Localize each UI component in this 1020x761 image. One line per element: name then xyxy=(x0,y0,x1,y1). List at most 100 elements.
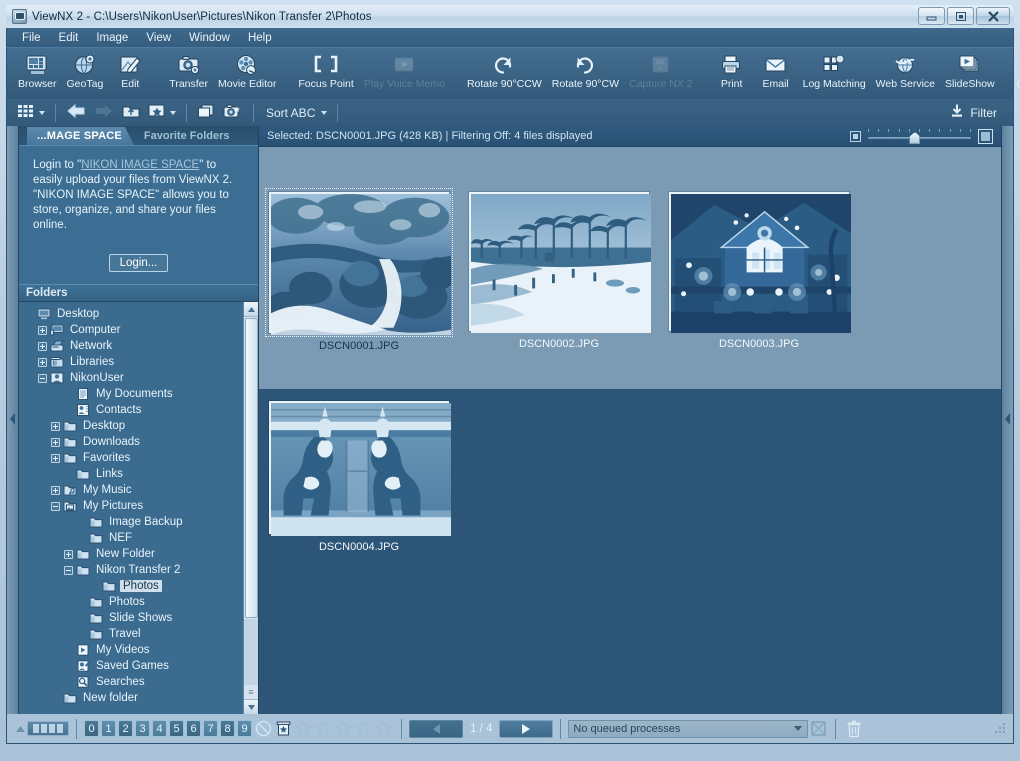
thumbnail-item[interactable]: DSCN0002.JPG xyxy=(459,147,659,389)
toolbar-focus-point-button[interactable]: Focus Point xyxy=(293,50,358,99)
thumbnail-item[interactable]: DSCN0003.JPG xyxy=(659,147,859,389)
menu-view[interactable]: View xyxy=(137,29,180,47)
forward-button[interactable] xyxy=(90,102,118,123)
minimize-button[interactable] xyxy=(918,7,945,25)
scrollbar-thumb[interactable] xyxy=(244,318,258,618)
expand-plus-icon[interactable] xyxy=(62,549,75,559)
toolbar-web-service-button[interactable]: Web Service xyxy=(871,50,940,99)
collapse-minus-icon[interactable] xyxy=(36,373,49,383)
toolbar-print-button[interactable]: Print xyxy=(710,50,754,99)
folder-tree-item[interactable]: NikonUser xyxy=(23,370,243,386)
toolbar-convert-files-button[interactable]: TYPE Convert Files xyxy=(1012,50,1020,99)
expand-plus-icon[interactable] xyxy=(49,453,62,463)
large-thumbnail-icon[interactable] xyxy=(978,128,993,144)
menu-edit[interactable]: Edit xyxy=(50,29,88,47)
toolbar-rotate-cw-button[interactable]: Rotate 90°CW xyxy=(547,50,624,99)
folder-tree-item[interactable]: Searches xyxy=(23,674,243,690)
folder-tree[interactable]: Desktop Computer Network Libraries NikonUser… xyxy=(19,302,243,714)
menu-image[interactable]: Image xyxy=(87,29,137,47)
folder-tree-item[interactable]: Photos xyxy=(23,578,243,594)
resize-grip[interactable] xyxy=(995,722,1007,735)
collapse-minus-icon[interactable] xyxy=(62,565,75,575)
previous-page-button[interactable] xyxy=(409,719,463,738)
tab-nikon-image-space[interactable]: ...MAGE SPACE xyxy=(27,127,134,145)
toolbar-play-voice-memo-button[interactable]: Play Voice Memo xyxy=(359,50,450,99)
folder-tree-item[interactable]: Photos xyxy=(23,594,243,610)
view-mode-button[interactable] xyxy=(13,102,49,123)
toolbar-log-matching-button[interactable]: Log Matching xyxy=(798,50,871,99)
folder-tree-item[interactable]: NEF xyxy=(23,530,243,546)
star-rating-5[interactable] xyxy=(374,719,393,738)
expand-plus-icon[interactable] xyxy=(49,437,62,447)
label-filter-3[interactable]: 3 xyxy=(135,720,150,737)
star-rating-1[interactable] xyxy=(294,719,313,738)
thumbnail-item[interactable]: DSCN0001.JPG xyxy=(259,147,459,389)
back-button[interactable] xyxy=(62,102,90,123)
thumbnail-image[interactable] xyxy=(469,192,651,333)
scroll-up-button[interactable] xyxy=(243,302,258,317)
thumbnail-size-slider[interactable] xyxy=(868,129,971,144)
folder-tree-item[interactable]: Links xyxy=(23,466,243,482)
toolbar-capture-nx2-button[interactable]: NX 2 Capture NX 2 xyxy=(624,50,698,99)
folder-tree-item[interactable]: New folder xyxy=(23,690,243,706)
up-folder-button[interactable] xyxy=(118,102,144,123)
expand-plus-icon[interactable] xyxy=(49,421,62,431)
folder-tree-item[interactable]: Computer xyxy=(23,322,243,338)
trash-rating-button[interactable] xyxy=(274,719,293,738)
expand-plus-icon[interactable] xyxy=(49,485,62,495)
next-page-button[interactable] xyxy=(499,719,554,738)
thumbnail-image[interactable] xyxy=(265,188,457,337)
cancel-process-button[interactable] xyxy=(808,719,828,739)
expand-plus-icon[interactable] xyxy=(36,341,49,351)
toolbar-email-button[interactable]: Email xyxy=(754,50,798,99)
filter-button[interactable]: Filter xyxy=(942,101,1007,124)
folder-tree-item[interactable]: My Documents xyxy=(23,386,243,402)
label-filter-5[interactable]: 5 xyxy=(169,720,184,737)
camera-plus-button[interactable] xyxy=(219,102,247,123)
folder-tree-item[interactable]: Nikon Transfer 2 xyxy=(23,562,243,578)
label-filter-9[interactable]: 9 xyxy=(237,720,252,737)
label-filter-7[interactable]: 7 xyxy=(203,720,218,737)
toolbar-edit-button[interactable]: Edit xyxy=(108,50,152,99)
folder-tree-item[interactable]: Travel xyxy=(23,626,243,642)
star-rating-2[interactable] xyxy=(314,719,333,738)
login-button[interactable]: Login... xyxy=(108,254,169,272)
menu-window[interactable]: Window xyxy=(180,29,239,47)
label-filter-0[interactable]: 0 xyxy=(84,720,99,737)
folder-tree-item[interactable]: My Music xyxy=(23,482,243,498)
folder-tree-item[interactable]: Desktop xyxy=(23,418,243,434)
nikon-image-space-link[interactable]: NIKON IMAGE SPACE xyxy=(81,159,199,171)
toolbar-geotag-button[interactable]: GeoTag xyxy=(62,50,109,99)
thumbnail-grid[interactable]: DSCN0001.JPG DSCN0002.JPG DSCN0003.JPG D… xyxy=(259,147,1001,714)
toolbar-transfer-button[interactable]: Transfer xyxy=(164,50,213,99)
star-rating-3[interactable] xyxy=(334,719,353,738)
no-rating-button[interactable] xyxy=(254,719,273,738)
folder-tree-item[interactable]: Image Backup xyxy=(23,514,243,530)
toolbar-rotate-ccw-button[interactable]: Rotate 90°CCW xyxy=(462,50,547,99)
collapse-minus-icon[interactable] xyxy=(49,501,62,511)
thumbnail-item[interactable]: DSCN0004.JPG xyxy=(259,389,459,589)
star-rating-filter[interactable] xyxy=(294,719,394,738)
folder-tree-item[interactable]: New Folder xyxy=(23,546,243,562)
copy-button[interactable] xyxy=(193,102,219,123)
filmstrip-button[interactable] xyxy=(27,721,69,736)
scrollbar-track[interactable] xyxy=(243,619,258,685)
folder-tree-item[interactable]: My Pictures xyxy=(23,498,243,514)
label-filter-6[interactable]: 6 xyxy=(186,720,201,737)
thumbnail-image[interactable] xyxy=(269,401,451,536)
expand-plus-icon[interactable] xyxy=(36,357,49,367)
folder-tree-item[interactable]: Libraries xyxy=(23,354,243,370)
left-panel-collapse-handle[interactable] xyxy=(7,126,19,714)
folder-tree-item[interactable]: Desktop xyxy=(23,306,243,322)
scroll-down-button[interactable] xyxy=(243,699,258,714)
small-thumbnail-icon[interactable] xyxy=(850,130,861,142)
thumbnail-image[interactable] xyxy=(669,192,851,333)
folder-tree-item[interactable]: Downloads xyxy=(23,434,243,450)
label-filter-4[interactable]: 4 xyxy=(152,720,167,737)
rating-label-button[interactable] xyxy=(144,102,180,123)
close-button[interactable] xyxy=(976,7,1010,25)
menu-file[interactable]: File xyxy=(13,29,50,47)
right-panel-collapse-handle[interactable] xyxy=(1001,126,1013,714)
expand-plus-icon[interactable] xyxy=(36,325,49,335)
menu-help[interactable]: Help xyxy=(239,29,281,47)
